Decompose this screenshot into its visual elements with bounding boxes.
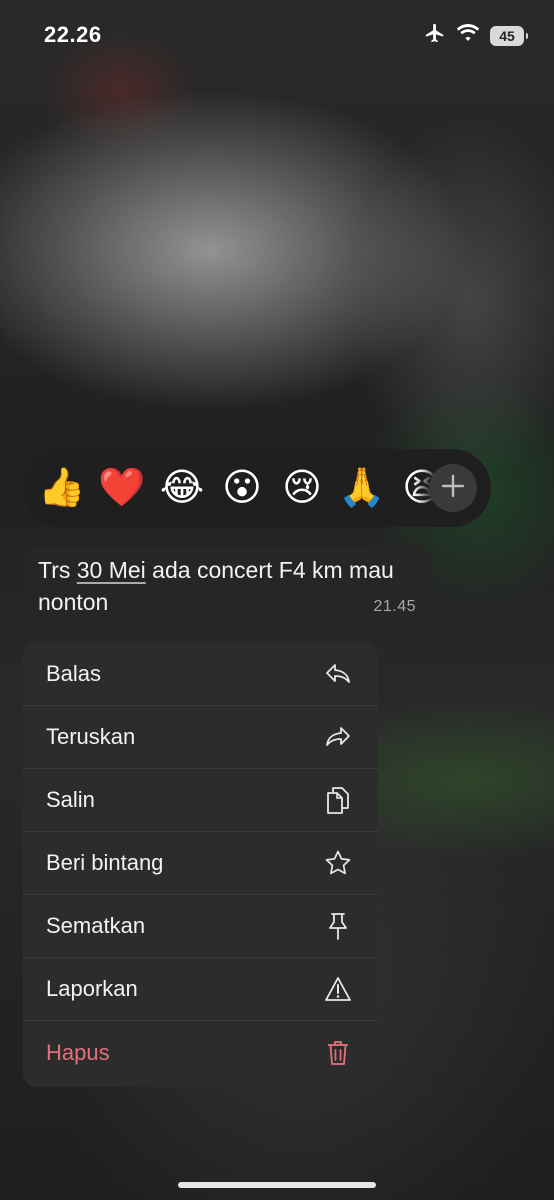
pin-icon bbox=[324, 912, 352, 940]
forward-icon bbox=[324, 723, 352, 751]
reaction-pray[interactable]: 🙏 bbox=[332, 458, 392, 518]
plus-icon bbox=[441, 474, 465, 503]
menu-item-delete[interactable]: Hapus bbox=[23, 1021, 378, 1085]
message-timestamp: 21.45 bbox=[373, 598, 416, 615]
battery-indicator: 45 bbox=[490, 25, 528, 46]
menu-item-label: Sematkan bbox=[46, 913, 146, 938]
menu-item-label: Laporkan bbox=[46, 976, 138, 1001]
menu-item-label: Salin bbox=[46, 787, 95, 812]
message-context-menu: Balas Teruskan Salin Beri bintang Sematk… bbox=[23, 643, 378, 1087]
date-link[interactable]: 30 Mei bbox=[77, 557, 146, 583]
menu-item-label: Hapus bbox=[46, 1040, 110, 1065]
reaction-crying[interactable]: 😢 bbox=[272, 458, 332, 518]
status-time: 22.26 bbox=[44, 22, 102, 47]
menu-item-label: Teruskan bbox=[46, 724, 136, 749]
warning-icon bbox=[324, 975, 352, 1003]
trash-icon bbox=[324, 1039, 352, 1067]
menu-item-label: Balas bbox=[46, 661, 102, 686]
menu-item-label: Beri bintang bbox=[46, 850, 164, 875]
airplane-icon bbox=[424, 22, 446, 49]
reaction-heart[interactable]: ❤️ bbox=[92, 458, 152, 518]
home-indicator[interactable] bbox=[178, 1182, 376, 1188]
reply-icon bbox=[324, 660, 352, 688]
menu-item-star[interactable]: Beri bintang bbox=[23, 832, 378, 895]
reaction-laughing[interactable]: 😂 bbox=[152, 458, 212, 518]
menu-item-forward[interactable]: Teruskan bbox=[23, 706, 378, 769]
menu-item-reply[interactable]: Balas bbox=[23, 643, 378, 706]
menu-item-pin[interactable]: Sematkan bbox=[23, 895, 378, 958]
reaction-surprised[interactable]: 😮 bbox=[212, 458, 272, 518]
menu-item-copy[interactable]: Salin bbox=[23, 769, 378, 832]
wifi-icon bbox=[456, 23, 480, 48]
status-icons: 45 bbox=[424, 22, 528, 49]
message-text: Trs 30 Mei ada concert F4 km mau nonton bbox=[38, 557, 394, 615]
copy-icon bbox=[324, 786, 352, 814]
menu-item-report[interactable]: Laporkan bbox=[23, 958, 378, 1021]
status-bar: 22.26 45 bbox=[0, 0, 554, 70]
add-reaction-button[interactable] bbox=[429, 464, 477, 512]
message-bubble[interactable]: Trs 30 Mei ada concert F4 km mau nonton … bbox=[24, 546, 430, 625]
star-icon bbox=[324, 849, 352, 877]
reaction-thumbs-up[interactable]: 👍 bbox=[32, 458, 92, 518]
reaction-bar: 👍 ❤️ 😂 😮 😢 🙏 😫 bbox=[22, 449, 491, 527]
